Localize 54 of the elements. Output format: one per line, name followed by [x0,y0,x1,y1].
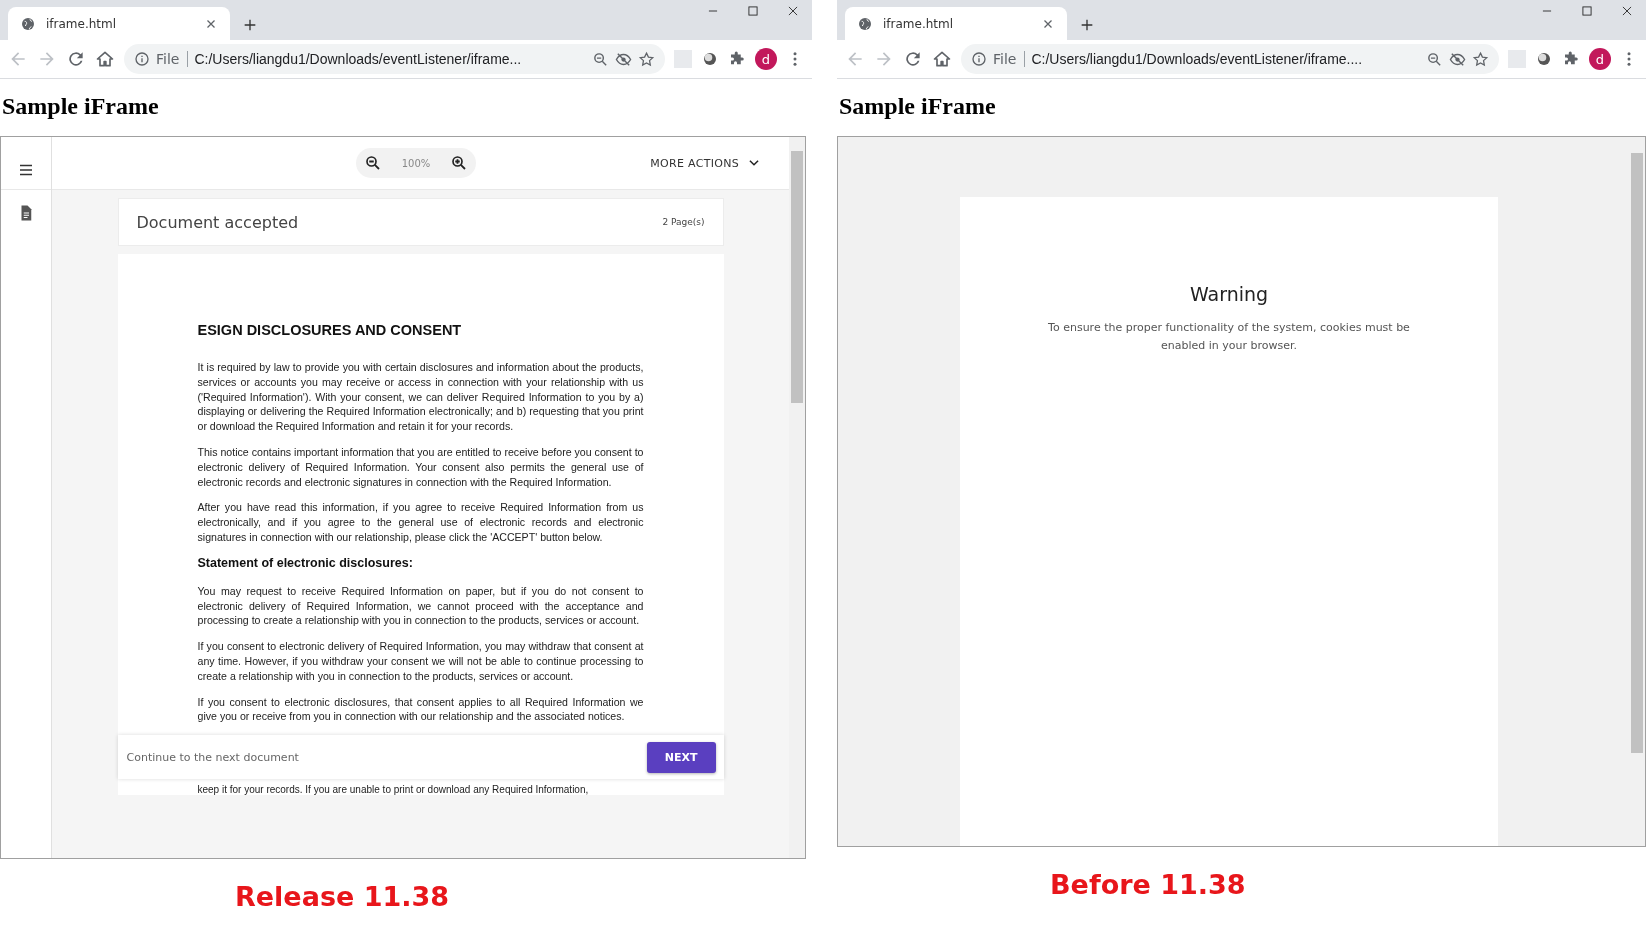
close-icon[interactable] [786,4,800,18]
footer-hint: Continue to the next document [126,750,299,764]
scheme-label: File [993,51,1026,67]
paragraph: If you consent to electronic disclosures, that consent applies to all Required Information we give you or receive from you in connection with our relationship and the associated notices. [197,694,644,725]
home-icon[interactable] [95,49,115,69]
maximize-icon[interactable] [1580,4,1594,18]
profile-avatar[interactable]: d [755,48,777,70]
zoom-out-icon[interactable] [364,154,382,172]
star-icon[interactable] [638,50,655,68]
next-button[interactable]: NEXT [646,741,716,773]
close-icon[interactable] [1620,4,1634,18]
plus-icon[interactable] [1079,17,1095,33]
paragraph: It is required by law to provide you with certain disclosures and information about the products, services or accounts you may receive or access in connection with your relationship with us ('Required Information'). With your consent, we can deliver Required Information to you by a) displaying or delivering the Required Information electronically; and b) requesting that you print or download the Required Information and retain it for your records. [197,360,644,434]
reload-icon[interactable] [66,49,86,69]
address-bar[interactable]: File C:/Users/liangdu1/Downloads/eventListener/iframe... [124,44,665,74]
paragraph: You may request to receive Required Information on paper, but if you do not consent to electronic delivery of Required Information, we cannot proceed with the acceptance and processing to create a relationship with you in connection to the products, services or account. [197,583,644,629]
page-count: 2 Page(s) [662,217,705,227]
warning-title: Warning [1189,283,1269,305]
page-heading: Sample iFrame [839,93,997,120]
globe-icon[interactable] [20,15,36,32]
circle-extension-icon[interactable] [701,50,719,68]
more-actions-button[interactable]: MORE ACTIONS [644,155,767,171]
star-icon[interactable] [1472,50,1489,68]
browser-tab[interactable]: iframe.html [845,7,1067,40]
browser-tab[interactable]: iframe.html [8,7,230,40]
address-bar[interactable]: File C:/Users/liangdu1/Downloads/eventListener/iframe.... [961,44,1499,74]
zoom-in-icon[interactable] [450,154,468,172]
caption: Before 11.38 [1050,869,1247,900]
paragraph: This notice contains important information that you are entitled to receive before you consent to electronic delivery of Required Information. Your consent also permits the general use of electronic records and electronic signatures in connection with the Required Information. [197,445,644,490]
scrollbar[interactable] [789,137,805,858]
page-heading: Sample iFrame [2,93,160,120]
eye-off-icon[interactable] [1449,50,1466,68]
reload-icon[interactable] [903,49,923,69]
warning-message: To ensure the proper functionality of the system, cookies must be enabled in your browser. [1047,320,1411,354]
plus-icon[interactable] [242,17,258,33]
document-title: ESIGN DISCLOSURES AND CONSENT [197,322,463,338]
paragraph: After you have read this information, if you agree to receive Required Information from us electronically, and if you agree to the general use of electronic records and electronic signatures in connection with our relationship, please click the 'ACCEPT' button below. [197,500,644,545]
home-icon[interactable] [932,49,952,69]
caption: Release 11.38 [235,881,451,912]
scheme-label: File [156,51,189,67]
eye-off-icon[interactable] [615,50,632,68]
section-heading: Statement of electronic disclosures: [197,555,414,570]
document-status: Document accepted [136,212,299,232]
globe-icon[interactable] [857,15,873,32]
info-icon[interactable] [134,51,150,67]
paragraph: keep it for your records. If you are unable to print or download any Required Information, [197,784,590,796]
zoom-level: 100% [401,157,431,169]
profile-avatar[interactable]: d [1589,48,1611,70]
maximize-icon[interactable] [746,4,760,18]
url-text: C:/Users/liangdu1/Downloads/eventListener/iframe... [194,51,523,67]
circle-extension-icon[interactable] [1535,50,1553,68]
info-icon[interactable] [971,51,987,67]
url-text: C:/Users/liangdu1/Downloads/eventListener/iframe.... [1031,51,1364,67]
paragraph: If you consent to electronic delivery of Required Information, you may withdraw that consent at any time. However, if you withdraw your consent we will not be able to continue processing to create a relationship with you in connection to the products, services or account. [197,639,644,684]
